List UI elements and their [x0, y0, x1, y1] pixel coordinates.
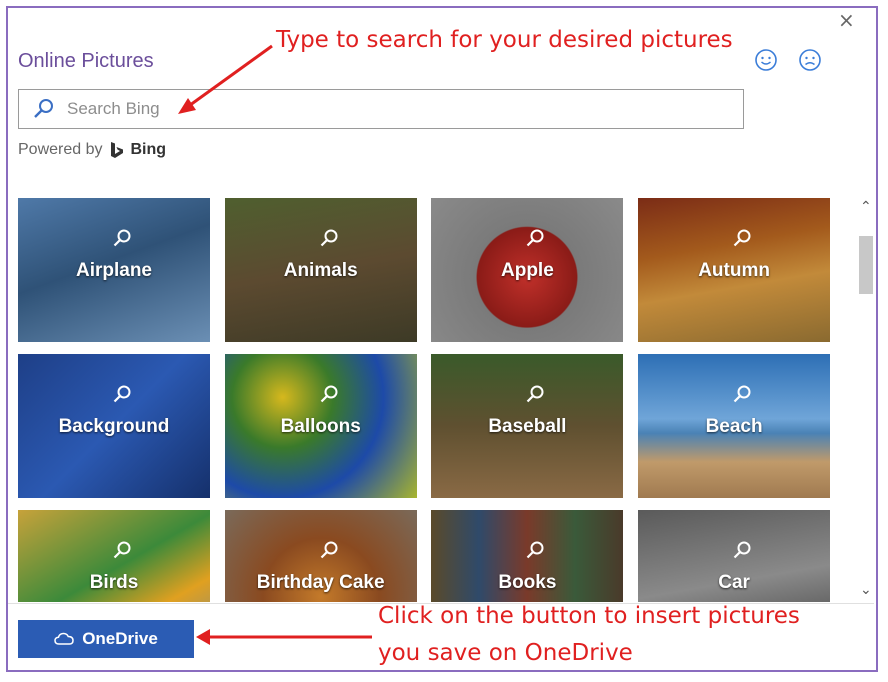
close-icon[interactable]: × [838, 8, 855, 32]
category-tile-birds[interactable]: Birds [18, 510, 210, 602]
frown-feedback-icon[interactable] [798, 48, 822, 72]
search-icon [525, 540, 545, 560]
search-input[interactable]: Search Bing [18, 89, 744, 129]
search-icon [319, 228, 339, 248]
annotation-onedrive-line1: Click on the button to insert pictures [378, 603, 800, 629]
category-label: Beach [705, 416, 763, 437]
category-label: Apple [501, 260, 554, 281]
category-label: Background [58, 416, 170, 437]
cloud-icon [54, 632, 74, 645]
powered-by: Powered by Bing [18, 141, 166, 159]
search-icon [732, 384, 752, 404]
category-grid: Airplane Animals Apple Autumn Background Ball… [18, 198, 830, 602]
search-icon [319, 540, 339, 560]
category-label: Baseball [488, 416, 567, 437]
category-tile-birthday-cake[interactable]: Birthday Cake [224, 510, 417, 602]
scroll-thumb[interactable] [859, 236, 873, 294]
search-icon [112, 540, 132, 560]
search-placeholder: Search Bing [67, 99, 160, 118]
bing-logo-icon [110, 142, 123, 158]
category-tile-autumn[interactable]: Autumn [638, 198, 830, 342]
category-label: Books [498, 572, 557, 593]
category-tile-airplane[interactable]: Airplane [18, 198, 210, 342]
vertical-scrollbar[interactable]: ⌃ ⌄ [856, 196, 876, 602]
search-icon [525, 228, 545, 248]
category-tile-beach[interactable]: Beach [638, 354, 830, 498]
search-icon [112, 228, 132, 248]
search-icon [319, 384, 339, 404]
category-label: Balloons [280, 416, 361, 437]
search-icon [34, 99, 53, 118]
onedrive-label: OneDrive [82, 629, 158, 648]
category-tile-animals[interactable]: Animals [224, 198, 417, 342]
search-icon [732, 540, 752, 560]
search-icon [525, 384, 545, 404]
category-label: Car [718, 572, 750, 593]
category-label: Autumn [698, 260, 770, 281]
scroll-up-icon[interactable]: ⌃ [860, 198, 872, 215]
scroll-down-icon[interactable]: ⌄ [860, 581, 872, 598]
category-label: Airplane [75, 260, 153, 281]
category-tile-books[interactable]: Books [431, 510, 624, 602]
category-tile-balloons[interactable]: Balloons [224, 354, 417, 498]
category-tile-background[interactable]: Background [18, 354, 210, 498]
category-tile-car[interactable]: Car [638, 510, 830, 602]
onedrive-button[interactable]: OneDrive [18, 620, 194, 658]
powered-by-label: Powered by [18, 141, 103, 158]
category-tile-apple[interactable]: Apple [431, 198, 624, 342]
annotation-search: Type to search for your desired pictures [276, 27, 733, 53]
search-icon [732, 228, 752, 248]
annotation-onedrive-line2: you save on OneDrive [378, 640, 633, 666]
category-label: Birthday Cake [256, 572, 385, 593]
dialog-title: Online Pictures [18, 50, 154, 72]
smile-feedback-icon[interactable] [754, 48, 778, 72]
category-label: Birds [89, 572, 139, 593]
search-icon [112, 384, 132, 404]
category-label: Animals [283, 260, 358, 281]
bing-brand: Bing [130, 141, 167, 158]
category-tile-baseball[interactable]: Baseball [431, 354, 624, 498]
